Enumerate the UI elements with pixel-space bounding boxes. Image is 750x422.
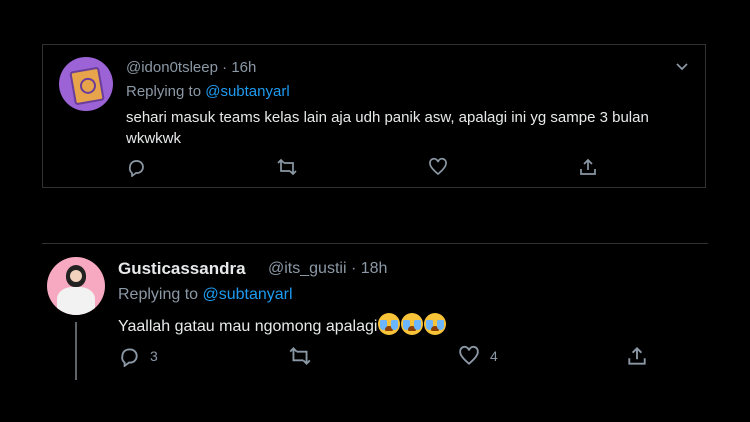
chevron-down-icon[interactable] — [675, 59, 689, 73]
share-icon — [580, 158, 596, 175]
replying-to: Replying to @subtanyarl — [118, 286, 293, 304]
user-handle[interactable]: @idon0tsleep — [126, 59, 218, 76]
share-button[interactable] — [578, 157, 598, 177]
reply-button[interactable]: 3 — [118, 345, 158, 367]
retweet-icon — [289, 347, 311, 365]
like-icon — [459, 345, 479, 365]
avatar[interactable] — [47, 257, 105, 315]
replying-to-handle[interactable]: @subtanyarl — [203, 286, 293, 303]
avatar[interactable] — [59, 57, 113, 111]
tweet-text: Yaallah gatau mau ngomong apalagi — [118, 313, 447, 336]
like-button[interactable] — [428, 157, 458, 177]
replying-to-handle[interactable]: @subtanyarl — [205, 83, 289, 100]
crying-face-emoji — [401, 313, 424, 335]
tweet-text-content: Yaallah gatau mau ngomong apalagi — [118, 318, 378, 335]
share-icon — [628, 346, 646, 365]
replying-to-prefix: Replying to — [118, 286, 203, 303]
reply-count: 3 — [150, 348, 158, 364]
tweet-text: sehari masuk teams kelas lain aja udh pa… — [126, 109, 649, 147]
avatar-face — [70, 270, 82, 282]
thread-line — [75, 322, 77, 380]
separator: · — [217, 59, 232, 76]
reply-icon — [128, 160, 144, 177]
separator: · — [346, 260, 361, 277]
retweet-icon — [277, 158, 297, 176]
display-name[interactable]: Gusticassandra — [118, 259, 246, 279]
replying-to: Replying to @subtanyarl — [126, 83, 290, 100]
retweet-button[interactable] — [288, 345, 322, 367]
share-button[interactable] — [626, 345, 648, 367]
timestamp[interactable]: 16h — [231, 59, 256, 76]
reply-icon — [121, 348, 138, 367]
user-handle[interactable]: @its_gustii — [268, 260, 347, 277]
like-button[interactable]: 4 — [458, 345, 498, 367]
avatar-illustration — [69, 66, 105, 106]
tweet-meta: @idon0tsleep · 16h — [126, 59, 256, 76]
tweet-actions: 3 4 — [118, 345, 658, 369]
reply-button[interactable] — [126, 157, 156, 177]
replying-to-prefix: Replying to — [126, 83, 206, 100]
tweet-meta: @its_gustii · 18h — [268, 260, 387, 278]
timestamp[interactable]: 18h — [361, 260, 388, 277]
crying-face-emoji — [378, 313, 401, 335]
tweet-actions — [126, 157, 596, 181]
tweet-card-1[interactable]: @idon0tsleep · 16h Replying to @subtanya… — [42, 44, 706, 188]
like-icon — [429, 157, 447, 176]
avatar-body — [57, 287, 95, 315]
like-count: 4 — [490, 348, 498, 364]
divider — [42, 243, 708, 244]
crying-face-emoji — [424, 313, 447, 335]
retweet-button[interactable] — [276, 157, 308, 177]
